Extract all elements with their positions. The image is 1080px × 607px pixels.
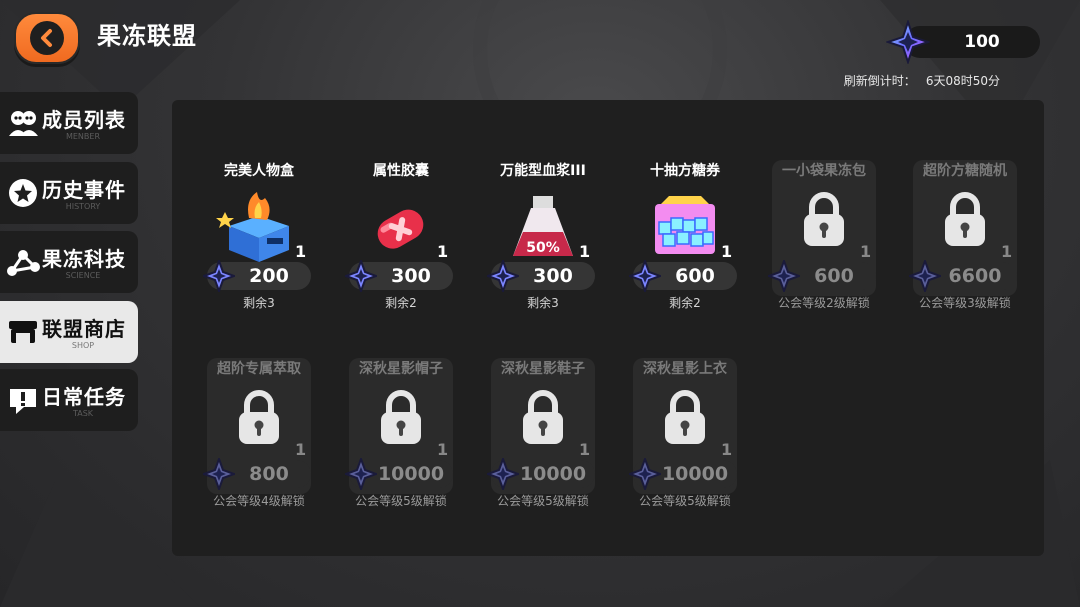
- item-quantity: 1: [295, 440, 307, 459]
- shop-icon: [9, 321, 37, 343]
- item-name: 十抽方糖券: [650, 163, 720, 179]
- sidebar-item-label: 联盟商店: [42, 317, 126, 341]
- padlock-icon: [381, 390, 421, 444]
- star-shard-icon: [629, 458, 661, 490]
- item-unlock-note: 公会等级4级解锁: [213, 494, 305, 508]
- item-price: 10000: [377, 463, 445, 485]
- star-shard-icon: [345, 458, 377, 490]
- refresh-countdown: 刷新倒计时： 6天08时50分: [844, 72, 1000, 89]
- item-quantity: 1: [295, 242, 307, 261]
- item-price: 200: [249, 265, 289, 287]
- task-icon: [10, 389, 36, 414]
- item-unlock-note: 公会等级5级解锁: [355, 494, 447, 508]
- shop-item-card[interactable]: 万能型血浆III 50% 1 300 剩余3: [485, 160, 601, 320]
- sidebar-item-sublabel: TASK: [72, 409, 94, 418]
- item-unlock-note: 公会等级5级解锁: [497, 494, 589, 508]
- sidebar-item-label: 成员列表: [42, 108, 126, 132]
- item-quantity: 1: [579, 440, 591, 459]
- sidebar-item-label: 日常任务: [42, 385, 126, 409]
- sidebar-item-members[interactable]: 成员列表 MENBER: [0, 92, 138, 154]
- star-shard-icon: [203, 260, 235, 292]
- item-price: 10000: [519, 463, 587, 485]
- sidebar-item-sublabel: SCIENCE: [65, 271, 101, 280]
- padlock-icon: [804, 192, 844, 246]
- shop-item-card-locked[interactable]: 深秋星影帽子 1 10000 公会等级5级解锁: [343, 358, 459, 518]
- star-shard-icon: [909, 260, 941, 292]
- refresh-label: 刷新倒计时：: [843, 74, 916, 88]
- item-price: 300: [533, 265, 573, 287]
- star-shard-icon: [886, 20, 930, 64]
- item-stock-note: 剩余3: [527, 296, 559, 310]
- item-name: 万能型血浆III: [500, 163, 586, 179]
- item-quantity: 1: [437, 242, 449, 261]
- sidebar-item-history[interactable]: 历史事件 HISTORY: [0, 162, 138, 224]
- item-stock-note: 剩余2: [669, 296, 701, 310]
- item-stock-note: 剩余3: [243, 296, 275, 310]
- shop-item-card[interactable]: 属性胶囊 1 300 剩余2: [343, 160, 459, 320]
- shop-item-card-locked[interactable]: 深秋星影鞋子 1 10000 公会等级5级解锁: [485, 358, 601, 518]
- item-unlock-note: 公会等级5级解锁: [639, 494, 731, 508]
- members-icon: [9, 111, 38, 136]
- sidebar-item-label: 果冻科技: [42, 247, 126, 271]
- item-name: 深秋星影上衣: [643, 361, 727, 377]
- item-price: 600: [675, 265, 715, 287]
- sidebar-item-sublabel: HISTORY: [65, 202, 101, 211]
- currency-value: 100: [964, 32, 1000, 52]
- padlock-icon: [665, 390, 705, 444]
- item-name: 属性胶囊: [373, 163, 429, 179]
- sidebar-item-science[interactable]: 果冻科技 SCIENCE: [0, 231, 138, 293]
- padlock-icon: [523, 390, 563, 444]
- item-price: 800: [249, 463, 289, 485]
- item-quantity: 1: [721, 242, 733, 261]
- star-shard-icon: [203, 458, 235, 490]
- item-quantity: 1: [1001, 242, 1013, 261]
- item-stock-note: 剩余2: [385, 296, 417, 310]
- star-icon: [9, 179, 37, 207]
- item-price: 10000: [661, 463, 729, 485]
- sugar-cube-ticket-icon: [655, 196, 715, 254]
- back-button[interactable]: [14, 12, 80, 64]
- star-shard-icon: [345, 260, 377, 292]
- sidebar-item-sublabel: SHOP: [71, 341, 95, 350]
- item-name: 一小袋果冻包: [782, 163, 866, 179]
- character-box-icon: [216, 192, 289, 262]
- padlock-icon: [945, 192, 985, 246]
- shop-item-card[interactable]: 十抽方糖券 1 600 剩余2: [627, 160, 743, 320]
- capsule-icon: [377, 209, 424, 249]
- item-name: 深秋星影鞋子: [501, 361, 585, 377]
- science-icon: [7, 250, 40, 276]
- chevron-left-icon: [30, 21, 64, 55]
- shop-item-card[interactable]: 完美人物盒 1 200 剩余3: [201, 160, 317, 320]
- item-unlock-note: 公会等级2级解锁: [778, 296, 870, 310]
- item-unlock-note: 公会等级3级解锁: [919, 296, 1011, 310]
- item-name: 超阶方糖随机: [923, 163, 1007, 179]
- sidebar-item-sublabel: MENBER: [65, 132, 101, 141]
- item-quantity: 1: [860, 242, 872, 261]
- item-quantity: 1: [721, 440, 733, 459]
- shop-item-card-locked[interactable]: 深秋星影上衣 1 10000 公会等级5级解锁: [627, 358, 743, 518]
- item-name: 超阶专属萃取: [217, 361, 301, 377]
- star-shard-icon: [768, 260, 800, 292]
- item-quantity: 1: [579, 242, 591, 261]
- star-shard-icon: [487, 458, 519, 490]
- sidebar-item-shop[interactable]: 联盟商店 SHOP: [0, 301, 138, 363]
- svg-text:50%: 50%: [526, 240, 560, 256]
- item-name: 完美人物盒: [224, 163, 294, 179]
- shop-item-card-locked[interactable]: 一小袋果冻包 1 600 公会等级2级解锁: [766, 160, 882, 320]
- item-price: 600: [814, 265, 854, 287]
- item-price: 300: [391, 265, 431, 287]
- star-shard-icon: [629, 260, 661, 292]
- padlock-icon: [239, 390, 279, 444]
- shop-item-card-locked[interactable]: 超阶方糖随机 1 6600 公会等级3级解锁: [907, 160, 1023, 320]
- page-title: 果冻联盟: [97, 22, 197, 50]
- sidebar-item-label: 历史事件: [42, 178, 126, 202]
- sidebar-item-task[interactable]: 日常任务 TASK: [0, 369, 138, 431]
- item-quantity: 1: [437, 440, 449, 459]
- shop-item-card-locked[interactable]: 超阶专属萃取 1 800 公会等级4级解锁: [201, 358, 317, 518]
- item-name: 深秋星影帽子: [359, 361, 443, 377]
- item-price: 6600: [948, 265, 1002, 287]
- star-shard-icon: [487, 260, 519, 292]
- plasma-flask-icon: 50%: [513, 196, 573, 256]
- refresh-time: 6天08时50分: [925, 74, 1000, 88]
